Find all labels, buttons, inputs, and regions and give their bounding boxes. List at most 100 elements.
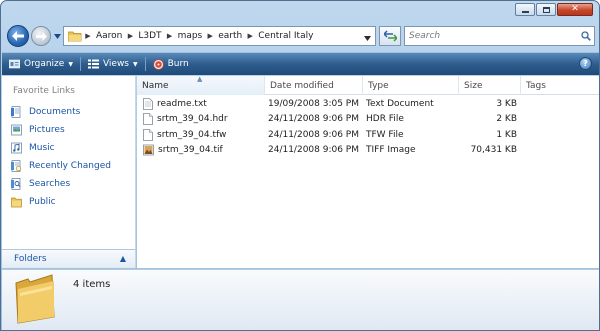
breadcrumb-separator[interactable]: ▶ <box>204 32 216 40</box>
search-button[interactable] <box>578 31 594 41</box>
views-icon <box>87 59 99 69</box>
file-type: HDR File <box>366 114 404 125</box>
back-button[interactable] <box>7 25 29 47</box>
file-name-cell: srtm_39_04.hdr <box>143 112 267 128</box>
search-icon <box>581 31 591 41</box>
file-row[interactable]: srtm_39_04.hdr 24/11/2008 9:06 PM HDR Fi… <box>137 112 599 128</box>
breadcrumb-separator[interactable]: ▶ <box>82 32 94 40</box>
sort-ascending-icon: ▲ <box>197 75 203 83</box>
column-header-row: ▲ Name Date modified Type Size Tags <box>137 75 599 95</box>
command-toolbar: Organize ▼ Views ▼ Burn ? <box>2 52 599 75</box>
column-header-size[interactable]: Size <box>459 76 521 95</box>
file-name-cell: readme.txt <box>143 96 267 112</box>
help-button[interactable]: ? <box>579 57 592 70</box>
close-button[interactable]: ✕ <box>557 3 593 16</box>
breadcrumb-central-italy[interactable]: Central Italy <box>256 31 315 41</box>
file-date: 24/11/2008 9:06 PM <box>268 114 359 125</box>
folder-icon <box>67 31 82 42</box>
column-header-type[interactable]: Type <box>363 76 459 95</box>
file-size: 2 KB <box>496 114 517 125</box>
address-bar[interactable]: ▶ Aaron ▶ L3DT ▶ maps ▶ earth ▶ Central … <box>63 26 376 46</box>
address-dropdown-button[interactable] <box>364 34 371 44</box>
favorite-link-music[interactable]: Music <box>11 139 111 157</box>
favorite-link-label: Documents <box>29 107 81 117</box>
explorer-window: ✕ ▶ Aaron ▶ L3DT ▶ maps ▶ earth ▶ Centra… <box>0 0 600 331</box>
column-header-label: Type <box>368 80 389 91</box>
searches-icon <box>11 178 21 190</box>
favorite-links-list: Documents Pictures Music Recently Change… <box>11 103 111 211</box>
generic-file-icon <box>143 128 153 141</box>
minimize-button[interactable] <box>515 3 535 16</box>
chevron-down-icon <box>53 33 61 39</box>
file-row[interactable]: readme.txt 19/09/2008 3:05 PM Text Docum… <box>137 96 599 112</box>
favorite-link-label: Pictures <box>29 125 65 135</box>
refresh-icon <box>383 30 397 42</box>
file-name: srtm_39_04.tif <box>158 145 223 156</box>
chevron-down-icon: ▼ <box>133 60 138 68</box>
details-pane: 4 items <box>2 269 599 330</box>
views-label: Views <box>102 59 129 69</box>
column-header-label: Name <box>142 80 169 91</box>
file-date: 19/09/2008 3:05 PM <box>268 98 359 109</box>
music-icon <box>11 142 22 154</box>
folder-icon <box>14 273 56 328</box>
burn-button[interactable]: Burn <box>146 53 196 75</box>
chevron-up-icon[interactable]: ▲ <box>120 254 126 263</box>
breadcrumb-separator[interactable]: ▶ <box>164 32 176 40</box>
column-header-tags[interactable]: Tags <box>521 76 599 95</box>
refresh-button[interactable] <box>379 26 401 46</box>
pictures-icon <box>11 124 22 136</box>
favorite-link-label: Music <box>29 143 55 153</box>
search-box[interactable] <box>404 26 595 46</box>
file-name: readme.txt <box>157 98 207 109</box>
burn-label: Burn <box>167 59 189 69</box>
file-name: srtm_39_04.hdr <box>157 114 228 125</box>
search-input[interactable] <box>405 31 578 41</box>
breadcrumb-separator[interactable]: ▶ <box>244 32 256 40</box>
column-header-name[interactable]: ▲ Name <box>137 75 265 95</box>
file-rows: readme.txt 19/09/2008 3:05 PM Text Docum… <box>137 96 599 158</box>
generic-file-icon <box>143 113 153 126</box>
favorite-link-public[interactable]: Public <box>11 193 111 211</box>
item-count: 4 items <box>73 279 111 290</box>
column-header-label: Date modified <box>270 80 334 91</box>
chevron-down-icon: ▼ <box>68 60 73 68</box>
maximize-icon <box>542 6 550 13</box>
image-file-icon <box>143 144 154 156</box>
text-file-icon <box>143 97 153 110</box>
chevron-down-icon <box>364 36 371 41</box>
forward-button[interactable] <box>31 26 51 46</box>
navigation-pane: Favorite Links Documents Pictures Music … <box>2 76 136 268</box>
folders-bar[interactable]: Folders ▲ <box>2 249 136 268</box>
breadcrumb-aaron[interactable]: Aaron <box>94 31 124 41</box>
back-arrow-icon <box>12 31 24 41</box>
favorite-link-searches[interactable]: Searches <box>11 175 111 193</box>
favorite-link-recently-changed[interactable]: Recently Changed <box>11 157 111 175</box>
favorite-link-documents[interactable]: Documents <box>11 103 111 121</box>
favorite-link-pictures[interactable]: Pictures <box>11 121 111 139</box>
breadcrumb-separator[interactable]: ▶ <box>124 32 136 40</box>
public-folder-icon <box>11 197 22 208</box>
file-type: Text Document <box>366 98 434 109</box>
close-icon: ✕ <box>571 4 579 14</box>
breadcrumb-maps[interactable]: maps <box>176 31 205 41</box>
maximize-button[interactable] <box>536 3 556 16</box>
views-button[interactable]: Views ▼ <box>81 53 145 75</box>
file-name-cell: srtm_39_04.tfw <box>143 127 267 143</box>
organize-button[interactable]: Organize ▼ <box>2 53 80 75</box>
file-type: TIFF Image <box>366 145 416 156</box>
file-row[interactable]: srtm_39_04.tif 24/11/2008 9:06 PM TIFF I… <box>137 143 599 159</box>
file-size: 3 KB <box>496 98 517 109</box>
file-date: 24/11/2008 9:06 PM <box>268 129 359 140</box>
forward-arrow-icon <box>35 31 47 41</box>
breadcrumb-l3dt[interactable]: L3DT <box>136 31 163 41</box>
favorite-links-title: Favorite Links <box>13 86 75 96</box>
recent-pages-button[interactable] <box>53 32 61 40</box>
favorite-link-label: Recently Changed <box>29 161 111 171</box>
file-row[interactable]: srtm_39_04.tfw 24/11/2008 9:06 PM TFW Fi… <box>137 127 599 143</box>
breadcrumb-earth[interactable]: earth <box>216 31 244 41</box>
column-header-label: Tags <box>526 80 546 91</box>
column-header-date-modified[interactable]: Date modified <box>265 76 363 95</box>
recently-changed-icon <box>11 160 22 172</box>
favorite-link-label: Public <box>29 197 56 207</box>
